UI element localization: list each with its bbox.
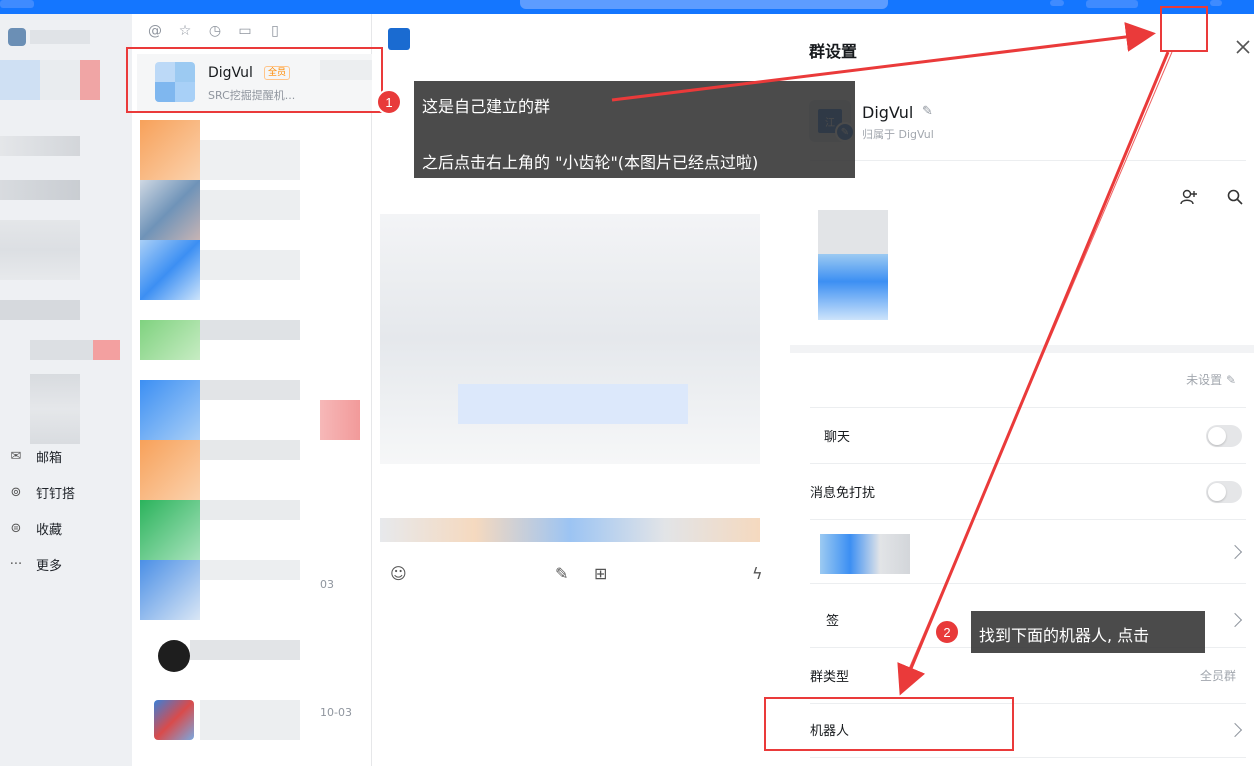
- annotation-arrows: [611, 22, 1173, 696]
